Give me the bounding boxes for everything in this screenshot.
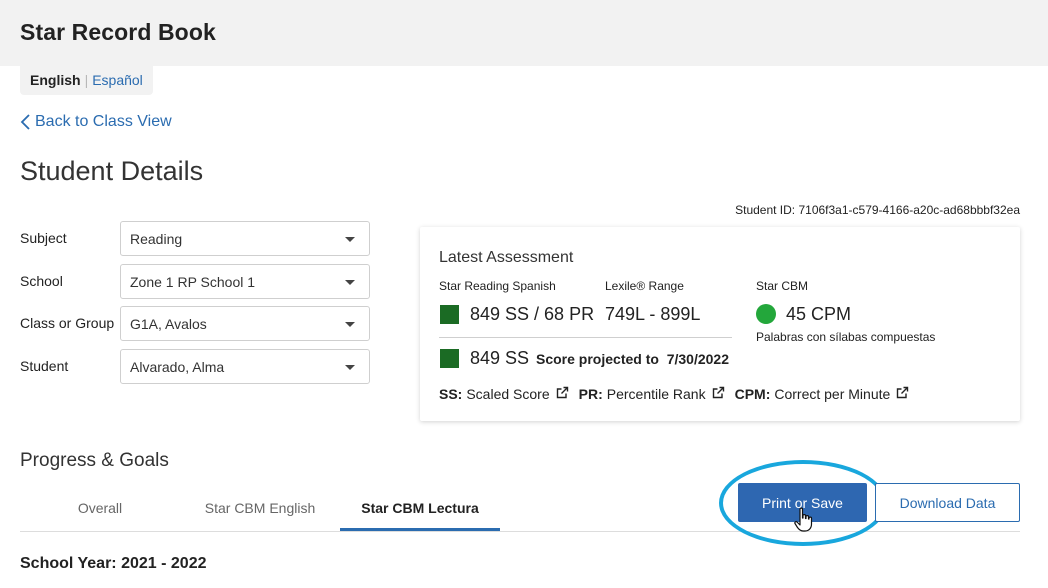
score-legend: SS: Scaled Score PR: Percentile Rank CPM… <box>439 386 919 402</box>
chevron-down-icon <box>345 365 355 370</box>
chevron-down-icon <box>345 237 355 242</box>
language-english[interactable]: English <box>30 72 81 88</box>
app-header: Star Record Book <box>0 0 1048 66</box>
tab-star-cbm-lectura[interactable]: Star CBM Lectura <box>340 500 500 516</box>
chevron-left-icon <box>20 114 30 130</box>
cbm-score: 45 CPM <box>786 304 852 324</box>
tab-overall[interactable]: Overall <box>20 500 180 516</box>
student-value: Alvarado, Alma <box>130 359 225 375</box>
page-title: Student Details <box>20 156 204 186</box>
legend-cpm-abbr: CPM: <box>734 386 771 402</box>
divider <box>439 337 732 338</box>
school-label: School <box>20 273 63 289</box>
subject-select[interactable]: Reading <box>120 221 370 256</box>
chevron-down-icon <box>345 322 355 327</box>
cbm-subtitle: Palabras con sílabas compuestas <box>756 330 936 344</box>
legend-pr-abbr: PR: <box>578 386 603 402</box>
external-link-icon[interactable] <box>896 386 909 402</box>
student-label: Student <box>20 358 69 374</box>
legend-pr-text: Percentile Rank <box>606 386 706 402</box>
star-cbm-label: Star CBM <box>756 279 809 293</box>
subject-label: Subject <box>20 230 67 246</box>
projected-date: 7/30/2022 <box>666 351 729 367</box>
tab-star-cbm-english[interactable]: Star CBM English <box>180 500 340 516</box>
projected-score: 849 SS <box>470 348 530 368</box>
back-link-label: Back to Class View <box>35 113 172 130</box>
lexile-range: 749L - 899L <box>605 304 701 324</box>
chevron-down-icon <box>345 280 355 285</box>
latest-assessment-card: Latest Assessment Star Reading Spanish L… <box>420 227 1020 421</box>
school-value: Zone 1 RP School 1 <box>130 274 256 290</box>
legend-ss-text: Scaled Score <box>466 386 550 402</box>
language-switcher: English | Español <box>20 66 153 95</box>
legend-ss-abbr: SS: <box>439 386 463 402</box>
app-title: Star Record Book <box>20 19 216 45</box>
legend-cpm-text: Correct per Minute <box>774 386 891 402</box>
subject-value: Reading <box>130 231 183 247</box>
star-reading-label: Star Reading Spanish <box>439 279 556 293</box>
class-or-group-select[interactable]: G1A, Avalos <box>120 306 370 341</box>
language-espanol-link[interactable]: Español <box>92 72 143 88</box>
lexile-label: Lexile® Range <box>605 279 684 293</box>
student-id: Student ID: 7106f3a1-c579-4166-a20c-ad68… <box>735 203 1020 217</box>
benchmark-square-icon <box>440 349 459 368</box>
status-dot-icon <box>756 304 776 324</box>
card-title: Latest Assessment <box>439 249 574 266</box>
tabs-divider <box>20 531 1020 532</box>
back-to-class-view-link[interactable]: Back to Class View <box>20 113 172 131</box>
star-reading-score: 849 SS / 68 PR <box>470 304 595 324</box>
projected-text: Score projected to <box>536 351 659 367</box>
class-or-group-label: Class or Group <box>20 315 115 331</box>
hand-cursor-icon <box>794 507 814 538</box>
class-or-group-value: G1A, Avalos <box>130 316 207 332</box>
external-link-icon[interactable] <box>556 386 569 402</box>
benchmark-square-icon <box>440 305 459 324</box>
download-data-button[interactable]: Download Data <box>875 483 1020 522</box>
language-separator: | <box>84 72 89 88</box>
school-select[interactable]: Zone 1 RP School 1 <box>120 264 370 299</box>
progress-goals-title: Progress & Goals <box>20 450 169 471</box>
projected-label: Score projected to 7/30/2022 <box>536 351 729 367</box>
external-link-icon[interactable] <box>712 386 725 402</box>
student-select[interactable]: Alvarado, Alma <box>120 349 370 384</box>
active-tab-indicator <box>340 528 500 531</box>
school-year: School Year: 2021 - 2022 <box>20 555 207 572</box>
